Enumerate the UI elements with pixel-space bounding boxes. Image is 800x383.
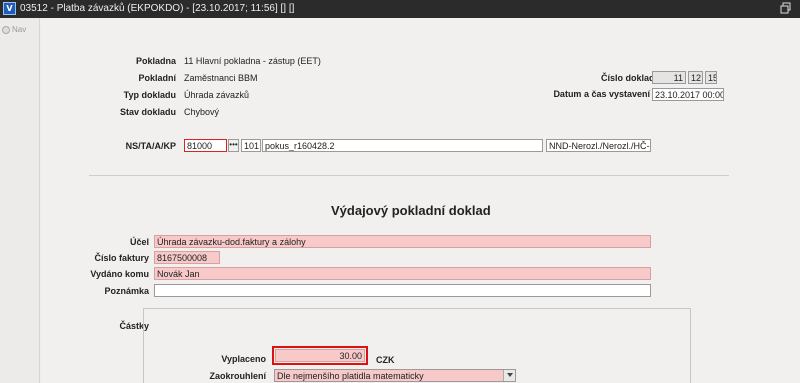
pokladni-value: Zaměstnanci BBM	[184, 73, 258, 83]
poznamka-field[interactable]	[154, 284, 651, 297]
nav-icon	[2, 25, 10, 34]
cislo-dokladu-part3: 15	[705, 71, 717, 84]
window-title: 03512 - Platba závazků (EKPOKDO) - [23.1…	[20, 3, 295, 14]
ns-lookup-button[interactable]: •••	[228, 139, 239, 152]
cislo-faktury-field[interactable]: 8167500008	[154, 251, 220, 264]
vydano-komu-label: Vydáno komu	[90, 269, 149, 279]
typ-dokladu-label: Typ dokladu	[123, 90, 176, 100]
ns-ta-a-kp-label: NS/TA/A/KP	[125, 141, 176, 151]
ta-field[interactable]: 101	[241, 139, 261, 152]
window-titlebar: V 03512 - Platba závazků (EKPOKDO) - [23…	[0, 0, 800, 18]
zaokrouhleni-label: Zaokrouhlení	[209, 371, 266, 381]
section-divider	[89, 175, 729, 176]
stav-dokladu-label: Stav dokladu	[119, 107, 176, 117]
vydano-komu-field[interactable]: Novák Jan	[154, 267, 651, 280]
cislo-faktury-label: Číslo faktury	[94, 253, 149, 263]
restore-window-icon[interactable]	[780, 2, 792, 14]
typ-dokladu-value: Úhrada závazků	[184, 90, 250, 100]
nav-button[interactable]: Nav	[2, 25, 26, 34]
currency-label: CZK	[376, 355, 395, 365]
ucel-label: Účel	[129, 237, 149, 247]
app-icon: V	[3, 2, 16, 15]
vyplaceno-label: Vyplaceno	[221, 354, 266, 364]
pokladni-label: Pokladní	[138, 73, 176, 83]
poznamka-label: Poznámka	[104, 286, 149, 296]
cislo-dokladu-part2: 12	[688, 71, 703, 84]
sidebar: Nav	[0, 18, 40, 383]
cislo-dokladu-part1: 11	[652, 71, 686, 84]
vyplaceno-field[interactable]: 30.00	[275, 349, 365, 362]
vyplaceno-highlight: 30.00	[272, 346, 368, 365]
stav-dokladu-value: Chybový	[184, 107, 220, 117]
form-content: Pokladna 11 Hlavní pokladna - zástup (EE…	[41, 18, 800, 383]
pokladna-label: Pokladna	[135, 56, 176, 66]
zaokrouhleni-value: Dle nejmenšího platidla matematicky	[277, 371, 424, 381]
chevron-down-icon[interactable]	[503, 370, 515, 381]
kp-field[interactable]: NND-Nerozl./Nerozl./HČ-Do	[546, 139, 651, 152]
ucel-field[interactable]: Úhrada závazku-dod.faktury a zálohy	[154, 235, 651, 248]
ns-field[interactable]: 81000	[184, 139, 227, 152]
nav-label: Nav	[12, 25, 27, 34]
pokladna-value: 11 Hlavní pokladna - zástup (EET)	[184, 56, 321, 66]
a-field[interactable]: pokus_r160428.2	[262, 139, 543, 152]
document-title: Výdajový pokladní doklad	[331, 203, 491, 218]
datum-label: Datum a čas vystavení	[553, 89, 650, 99]
datum-field[interactable]: 23.10.2017 00:00	[652, 88, 724, 101]
zaokrouhleni-select[interactable]: Dle nejmenšího platidla matematicky	[274, 369, 516, 382]
